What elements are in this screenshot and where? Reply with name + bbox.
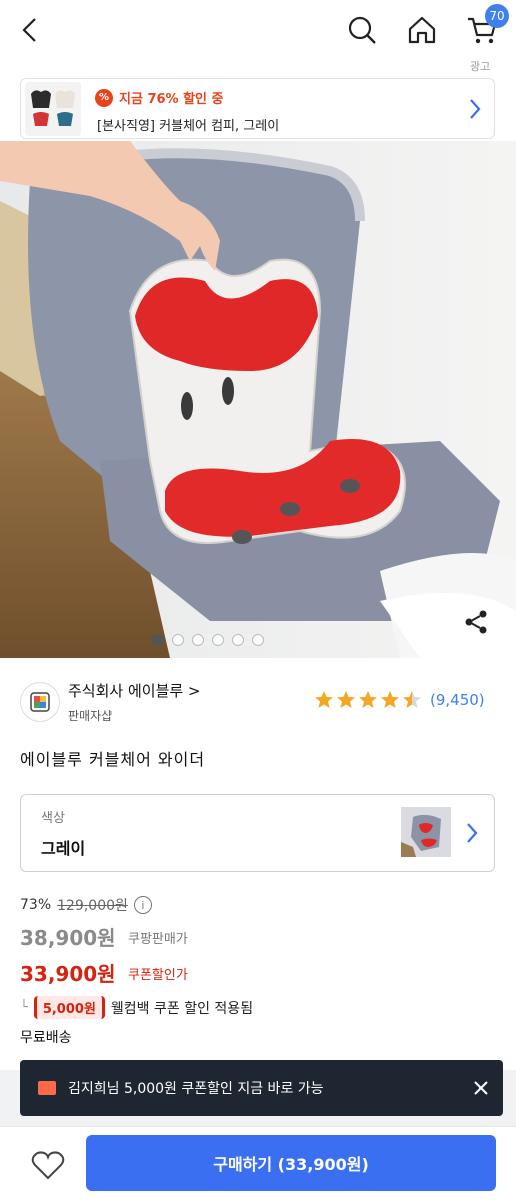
carousel-dot-active[interactable] xyxy=(152,634,164,646)
original-price: 129,000원 xyxy=(57,898,128,914)
indent-arrow-icon: └ xyxy=(20,1000,28,1015)
coupon-amount-badge: 5,000원 xyxy=(33,996,105,1019)
ad-promo-text: 지금 76% 할인 중 xyxy=(119,92,224,107)
discount-rate: 73% xyxy=(20,897,52,913)
carousel-dots xyxy=(0,634,466,646)
cart-count-badge[interactable]: 70 xyxy=(485,4,509,28)
top-bar: 70 광고 xyxy=(0,0,516,73)
star-icon xyxy=(359,691,377,708)
option-label: 색상 xyxy=(41,811,65,826)
ad-thumbnail xyxy=(25,82,81,136)
welcome-coupon-row: └ 5,000원 웰컴백 쿠폰 할인 적용됨 xyxy=(20,996,253,1019)
star-icon xyxy=(337,691,355,708)
star-icon xyxy=(381,691,399,708)
coupon-note: 웰컴백 쿠폰 할인 적용됨 xyxy=(110,1000,254,1017)
product-title: 에이블루 커블체어 와이더 xyxy=(20,750,206,769)
option-thumbnail xyxy=(401,807,451,857)
option-value: 그레이 xyxy=(41,839,86,858)
carousel-dot[interactable] xyxy=(232,634,244,646)
back-icon[interactable] xyxy=(10,10,50,50)
discount-icon: % xyxy=(95,88,113,107)
coupon-price: 33,900원 xyxy=(20,962,116,986)
ad-label: 광고 xyxy=(470,60,491,73)
coupon-toast[interactable]: 김지희님 5,000원 쿠폰할인 지금 바로 가능 xyxy=(20,1060,503,1116)
bottom-action-bar: 구매하기 (33,900원) xyxy=(0,1126,516,1200)
buy-button[interactable]: 구매하기 (33,900원) xyxy=(86,1135,496,1191)
toast-message: 김지희님 5,000원 쿠폰할인 지금 바로 가능 xyxy=(68,1081,324,1097)
product-image[interactable] xyxy=(0,141,516,658)
chevron-right-icon xyxy=(465,821,479,849)
chevron-right-icon xyxy=(468,97,482,125)
carousel-dot[interactable] xyxy=(172,634,184,646)
coupon-icon xyxy=(38,1081,56,1095)
coupang-price: 38,900원 xyxy=(20,926,116,950)
rating[interactable]: (9,450) xyxy=(314,690,485,710)
carousel-dot[interactable] xyxy=(212,634,224,646)
close-icon[interactable] xyxy=(469,1076,493,1100)
free-shipping-label: 무료배송 xyxy=(20,1030,72,1046)
seller-logo[interactable] xyxy=(20,682,60,722)
info-icon[interactable]: i xyxy=(133,896,152,914)
color-option-selector[interactable]: 색상 그레이 xyxy=(20,794,495,872)
carousel-dot[interactable] xyxy=(192,634,204,646)
heart-icon[interactable] xyxy=(26,1145,70,1185)
seller-name-link[interactable]: 주식회사 에이블루 > xyxy=(68,680,201,701)
ad-product-title: [본사직영] 커블체어 컴피, 그레이 xyxy=(97,119,280,134)
coupon-price-label: 쿠폰할인가 xyxy=(128,968,188,983)
search-icon[interactable] xyxy=(342,10,382,50)
rating-count[interactable]: (9,450) xyxy=(430,691,485,709)
half-star-icon xyxy=(403,691,421,708)
seller-shop-label[interactable]: 판매자샵 xyxy=(68,707,112,724)
home-icon[interactable] xyxy=(402,10,442,50)
ad-banner[interactable]: % 지금 76% 할인 중 [본사직영] 커블체어 컴피, 그레이 xyxy=(20,78,495,139)
star-icon xyxy=(315,691,333,708)
coupang-price-label: 쿠팡판매가 xyxy=(128,932,188,947)
price-original-row: 73% 129,000원 i xyxy=(20,895,152,915)
carousel-dot[interactable] xyxy=(252,634,264,646)
share-icon[interactable] xyxy=(458,604,494,640)
